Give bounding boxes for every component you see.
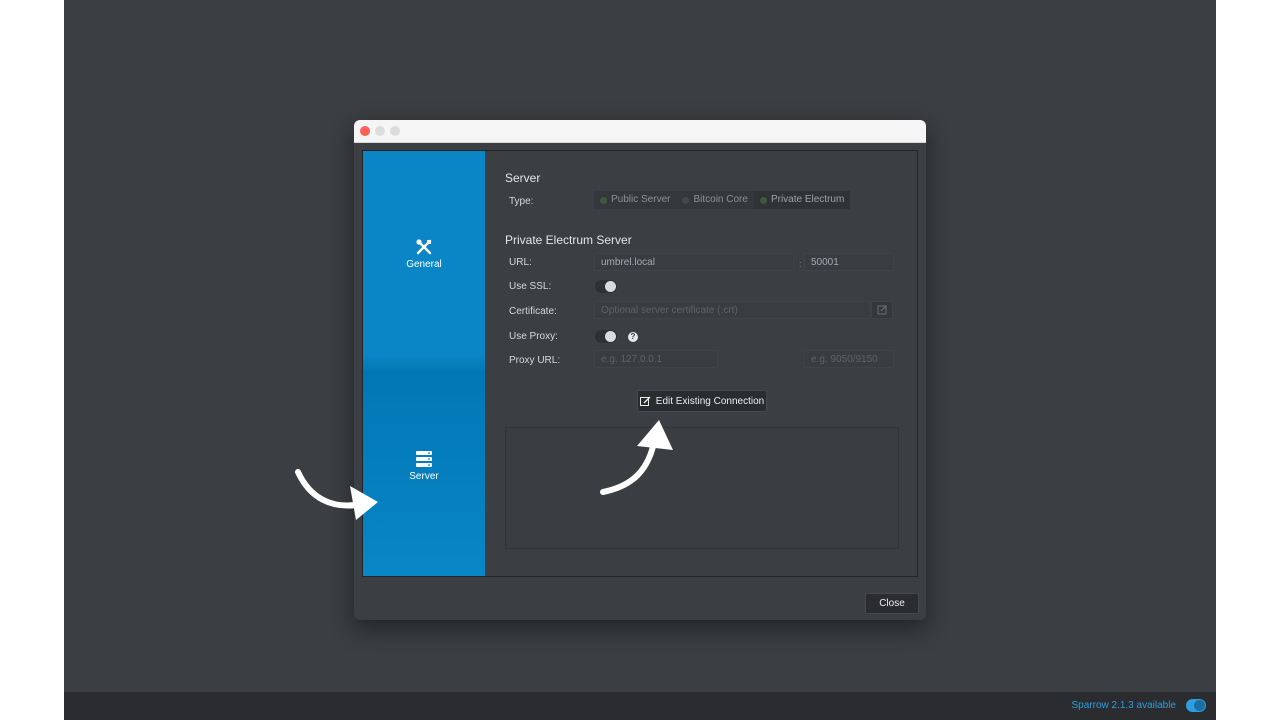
window-close-button[interactable] (360, 126, 370, 136)
pointer-arrow-icon (295, 469, 378, 520)
window-maximize-button[interactable] (390, 126, 400, 136)
edit-button-label: Edit Existing Connection (655, 395, 765, 407)
edit-icon (877, 305, 887, 315)
sidebar-item-general[interactable]: General (363, 239, 485, 270)
update-available-link[interactable]: Sparrow 2.1.3 available (1071, 700, 1176, 711)
use-ssl-label: Use SSL: (509, 281, 552, 292)
tools-icon (416, 239, 432, 255)
server-type-private-electrum[interactable]: Private Electrum (753, 191, 851, 209)
proxy-port-input[interactable]: e.g. 9050/9150 (804, 350, 894, 368)
status-dot-icon (682, 196, 690, 204)
server-type-label: Public Server (611, 194, 671, 205)
preferences-dialog: General Server Server Type: Public Serve… (354, 120, 926, 620)
server-section-title: Server (505, 171, 541, 185)
type-label: Type: (509, 196, 534, 207)
server-type-public[interactable]: Public Server (594, 191, 677, 209)
sidebar-item-label: General (406, 259, 442, 270)
proxy-url-label: Proxy URL: (509, 355, 561, 366)
status-dot-icon (600, 196, 607, 204)
use-proxy-toggle[interactable] (595, 330, 617, 343)
status-bar: Sparrow 2.1.3 available (64, 692, 1216, 720)
close-button[interactable]: Close (865, 593, 919, 614)
server-type-selector: Public Server Bitcoin Core Private Elect… (594, 191, 851, 209)
certificate-label: Certificate: (509, 306, 557, 317)
help-icon[interactable]: ? (628, 332, 638, 342)
preferences-content: General Server Server Type: Public Serve… (362, 150, 918, 577)
pointer-arrow-icon (600, 420, 673, 495)
proxy-host-input[interactable]: e.g. 127.0.0.1 (594, 350, 718, 368)
electrum-port-input[interactable]: 50001 (804, 253, 894, 271)
window-minimize-button[interactable] (375, 126, 385, 136)
server-type-label: Private Electrum (770, 194, 845, 205)
edit-icon (639, 396, 651, 406)
app-background: General Server Server Type: Public Serve… (64, 0, 1216, 720)
server-icon (416, 451, 432, 467)
status-toggle[interactable] (1186, 699, 1206, 712)
sidebar-item-label: Server (409, 471, 439, 482)
server-type-bitcoin-core[interactable]: Bitcoin Core (676, 191, 754, 209)
use-ssl-toggle[interactable] (595, 280, 617, 293)
url-label: URL: (509, 257, 532, 268)
server-type-label: Bitcoin Core (693, 194, 748, 205)
certificate-browse-button[interactable] (871, 301, 893, 319)
electrum-url-input[interactable]: umbrel.local (594, 253, 794, 271)
window-titlebar (354, 120, 926, 143)
certificate-input[interactable]: Optional server certificate (.crt) (594, 301, 870, 319)
connection-log-area[interactable] (505, 427, 899, 549)
status-dot-icon (759, 196, 767, 204)
use-proxy-label: Use Proxy: (509, 331, 558, 342)
port-separator: : (799, 259, 802, 269)
edit-existing-connection-button[interactable]: Edit Existing Connection (637, 390, 767, 412)
private-electrum-title: Private Electrum Server (505, 233, 632, 247)
